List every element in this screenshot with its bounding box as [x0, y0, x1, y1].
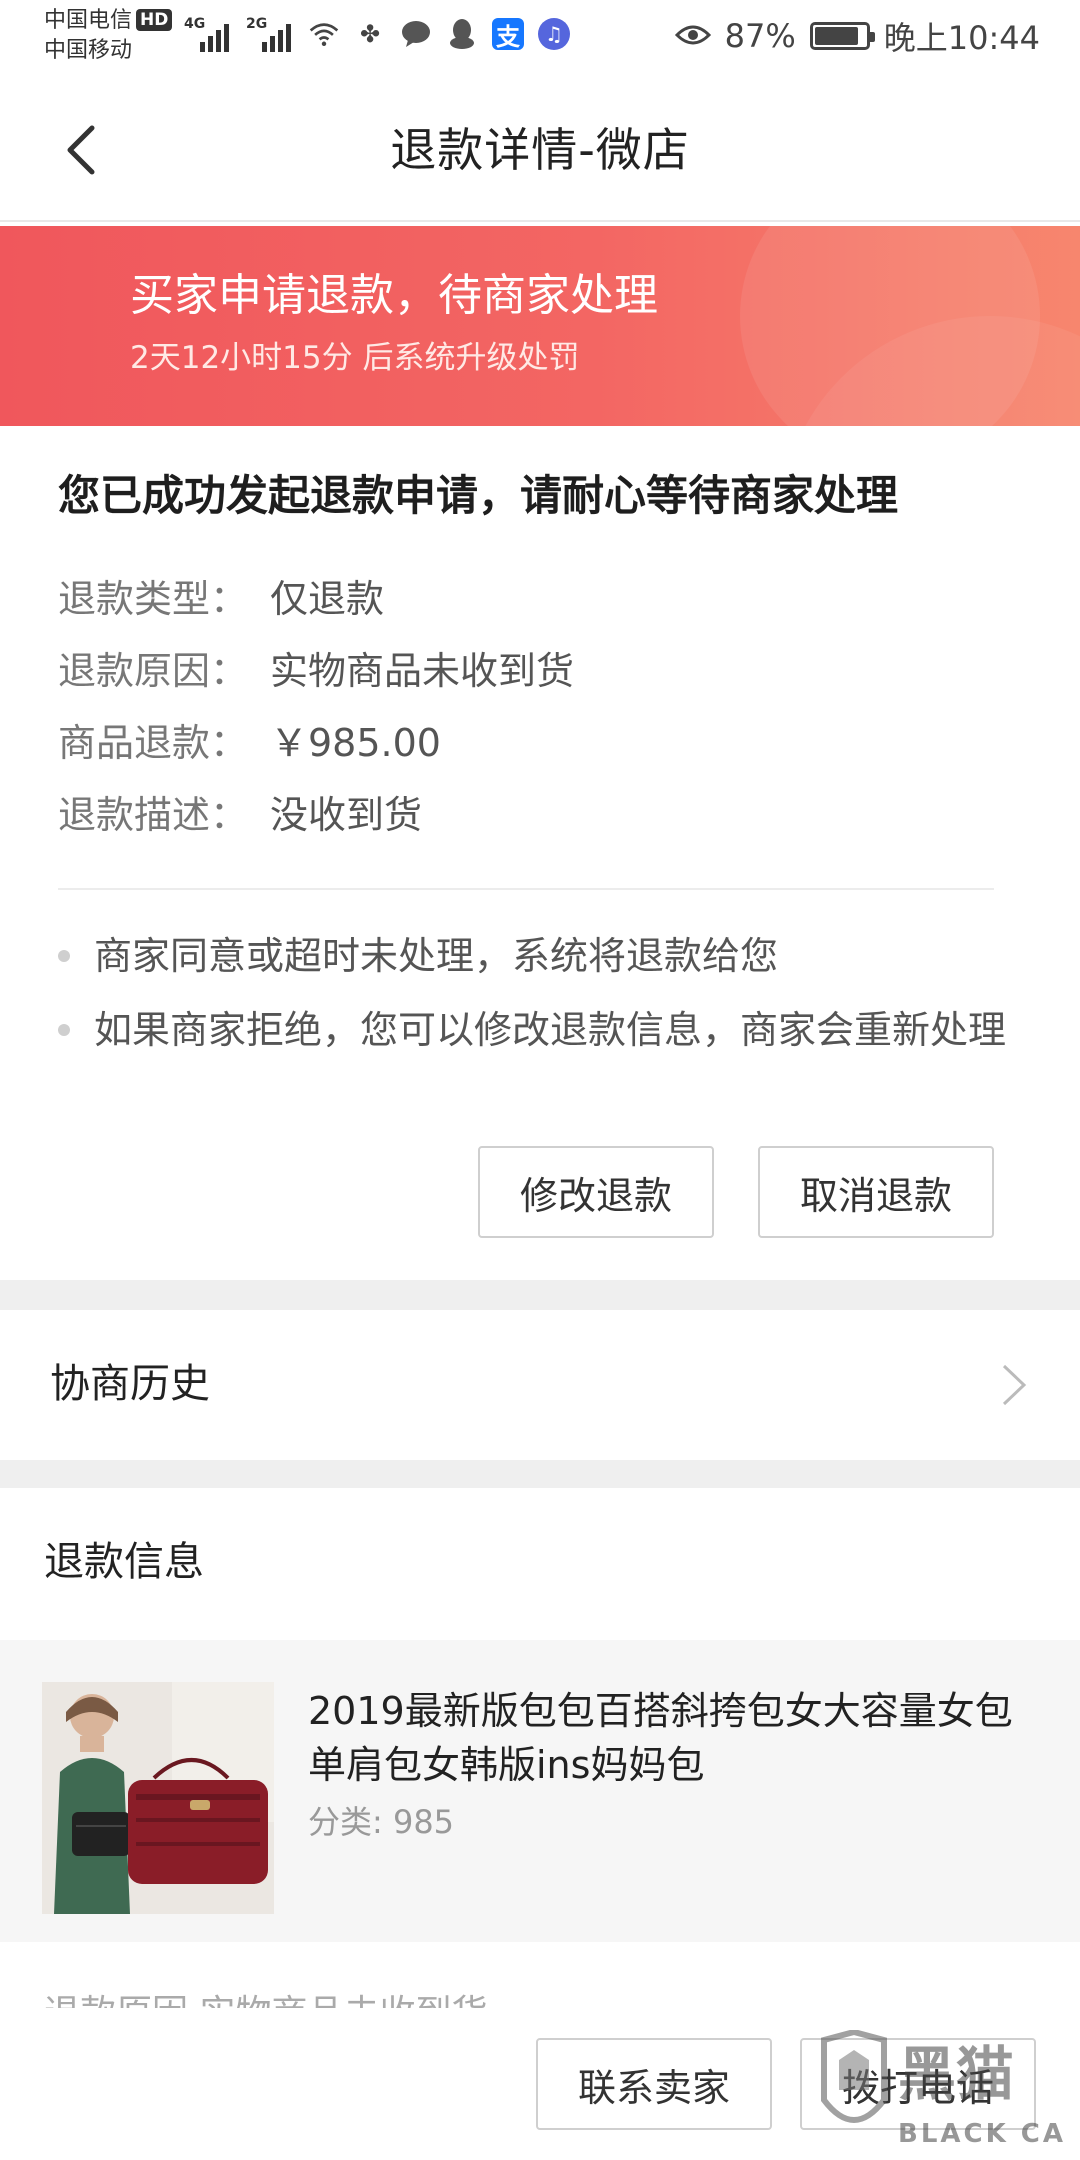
- modify-refund-button[interactable]: 修改退款: [478, 1146, 714, 1238]
- signal-2g-icon: 2G: [246, 16, 294, 52]
- info-value: 仅退款: [270, 577, 385, 621]
- battery-fill: [814, 27, 859, 45]
- negotiation-history-row[interactable]: 协商历史: [0, 1310, 1080, 1460]
- pinwheel-icon: ✤: [359, 20, 381, 48]
- eye-icon: [674, 17, 711, 55]
- battery-icon: [809, 22, 875, 50]
- note-item: 如果商家拒绝，您可以修改退款信息，商家会重新处理: [58, 1002, 1048, 1058]
- info-label: 商品退款：: [58, 721, 249, 765]
- watermark-cn: 黑猫: [898, 2040, 1014, 2108]
- bullet-dot: [58, 950, 70, 962]
- bullet-dot: [58, 1024, 70, 1036]
- clock: 晚上10:44: [883, 19, 1040, 57]
- product-category: 分类: 985: [308, 1803, 455, 1841]
- wifi-icon: [308, 18, 340, 50]
- section-gap: [0, 1460, 1080, 1488]
- info-row-refund-description: 退款描述： 没收到货: [58, 790, 422, 840]
- chevron-right-icon: [1002, 1364, 1027, 1406]
- product-thumbnail: [42, 1682, 274, 1914]
- qq-icon: [446, 18, 478, 50]
- chat-icon: [400, 18, 432, 50]
- black-cat-watermark: 黑猫 BLACK CAT: [814, 2028, 1080, 2156]
- nav-header: 退款详情-微店: [0, 80, 1080, 222]
- divider: [58, 888, 994, 890]
- product-image: [42, 1682, 274, 1914]
- status-right: 87% 晚上10:44: [674, 14, 1040, 58]
- note-item: 商家同意或超时未处理，系统将退款给您: [58, 928, 1028, 984]
- carrier-1: 中国电信: [44, 8, 133, 33]
- refund-status-banner: 买家申请退款，待商家处理 2天12小时15分 后系统升级处罚: [0, 226, 1080, 426]
- carrier-info: 中国电信 HD 中国移动: [44, 6, 173, 66]
- hd-badge: HD: [136, 9, 173, 31]
- music-icon: ♫: [538, 18, 570, 50]
- status-bar: 中国电信 HD 中国移动 4G 2G ✤ 支 ♫ 87% 晚上10:44: [0, 0, 1080, 80]
- refund-status-card: 您已成功发起退款申请，请耐心等待商家处理 退款类型： 仅退款 退款原因： 实物商品未…: [0, 426, 1080, 1280]
- status-heading: 您已成功发起退款申请，请耐心等待商家处理: [58, 471, 899, 520]
- banner-title: 买家申请退款，待商家处理: [130, 270, 658, 321]
- contact-seller-button[interactable]: 联系卖家: [536, 2038, 772, 2130]
- info-row-refund-type: 退款类型： 仅退款: [58, 574, 384, 624]
- banner-countdown: 2天12小时15分 后系统升级处罚: [130, 340, 580, 376]
- page-title: 退款详情-微店: [390, 123, 690, 177]
- info-value: ￥985.00: [270, 721, 441, 765]
- product-title: 2019最新版包包百搭斜挎包女大容量女包单肩包女韩版ins妈妈包: [308, 1689, 1013, 1787]
- cancel-refund-button[interactable]: 取消退款: [758, 1146, 994, 1238]
- refund-info-heading: 退款信息: [44, 1539, 204, 1585]
- history-label: 协商历史: [50, 1361, 210, 1407]
- battery-percent: 87%: [724, 17, 796, 55]
- product-card[interactable]: 2019最新版包包百搭斜挎包女大容量女包单肩包女韩版ins妈妈包 分类: 985: [0, 1640, 1080, 1942]
- info-label: 退款描述：: [58, 793, 249, 837]
- signal-4g-icon: 4G: [184, 16, 232, 52]
- note-text: 商家同意或超时未处理，系统将退款给您: [94, 934, 779, 978]
- section-gap: [0, 1280, 1080, 1310]
- black-cat-logo: 黑猫 BLACK CAT: [821, 2028, 1080, 2149]
- carrier-2: 中国移动: [44, 38, 133, 63]
- info-label: 退款类型：: [58, 577, 249, 621]
- info-row-refund-amount: 商品退款： ￥985.00: [58, 718, 441, 768]
- info-value: 实物商品未收到货: [270, 649, 575, 693]
- watermark-en: BLACK CAT: [898, 2119, 1064, 2149]
- status-icons: 4G 2G ✤ 支 ♫: [184, 14, 570, 54]
- info-row-refund-reason: 退款原因： 实物商品未收到货: [58, 646, 574, 696]
- info-value: 没收到货: [270, 793, 423, 837]
- info-label: 退款原因：: [58, 649, 249, 693]
- alipay-icon: 支: [492, 18, 524, 51]
- note-text: 如果商家拒绝，您可以修改退款信息，商家会重新处理: [94, 1008, 1007, 1052]
